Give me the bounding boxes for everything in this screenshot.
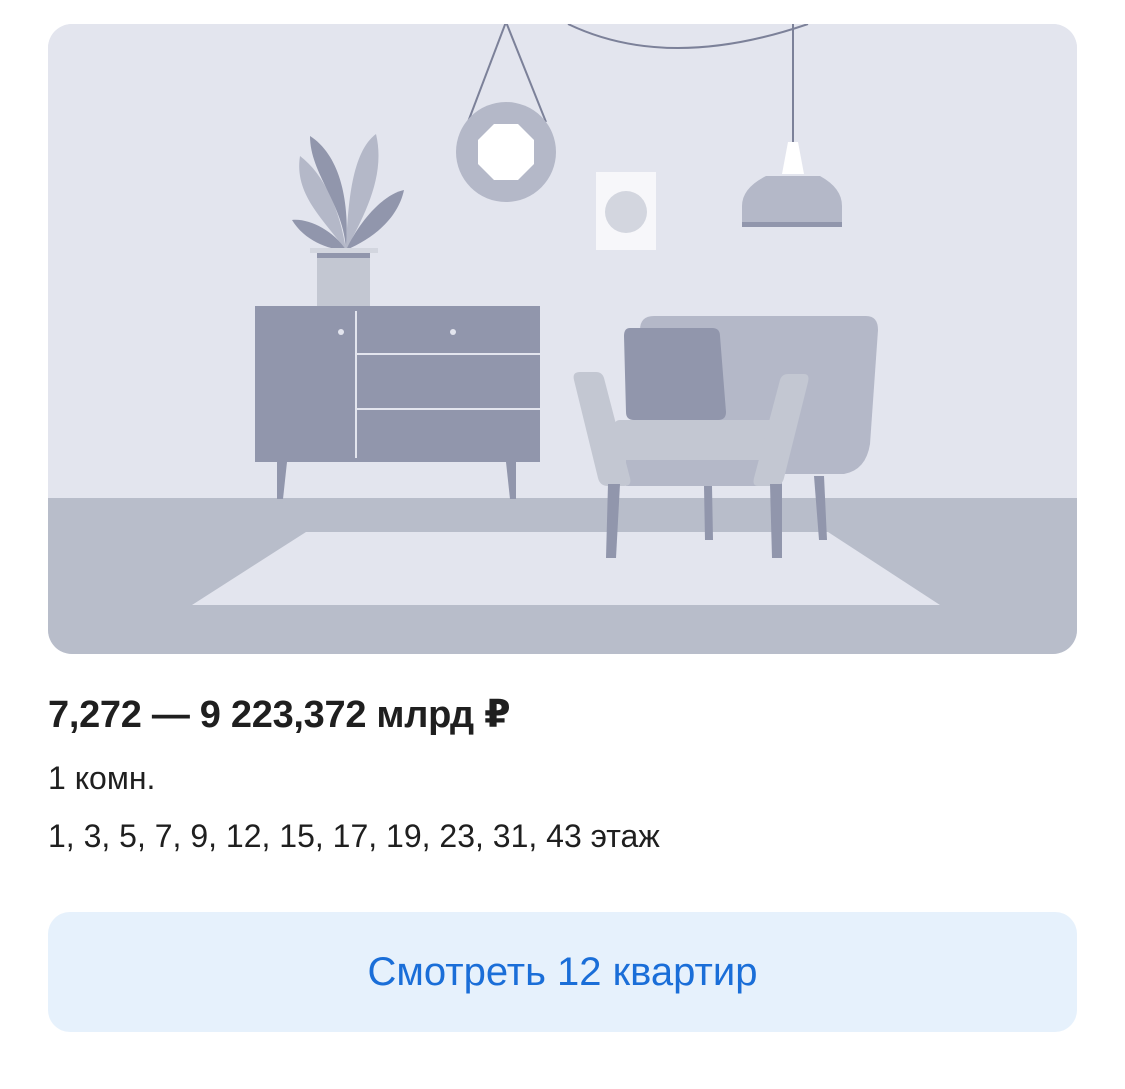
price-range: 7,272 — 9 223,372 млрд ₽: [48, 694, 511, 736]
floor-list: 1, 3, 5, 7, 9, 12, 15, 17, 19, 23, 31, 4…: [48, 818, 660, 854]
view-apartments-label: Смотреть 12 квартир: [367, 949, 758, 994]
wall: [48, 24, 1077, 499]
apartment-group-card: 7,272 — 9 223,372 млрд ₽ 1 комн. 1, 3, 5…: [0, 0, 1125, 1089]
room-illustration-svg: [48, 24, 1077, 654]
room-illustration: [48, 24, 1077, 654]
rug: [192, 532, 940, 605]
wall-picture: [596, 172, 656, 250]
view-apartments-button[interactable]: Смотреть 12 квартир: [48, 912, 1077, 1032]
room-count: 1 комн.: [48, 760, 156, 796]
